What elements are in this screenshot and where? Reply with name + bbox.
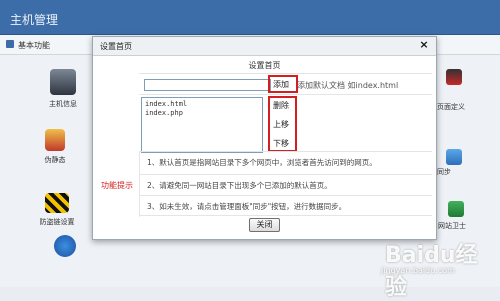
app-title: 主机管理 bbox=[10, 13, 59, 27]
tip-text: 2、请避免同一网站目录下出现多个已添加的默认首页。 bbox=[147, 181, 332, 190]
shield-icon bbox=[448, 201, 464, 217]
list-item[interactable]: index.html bbox=[145, 100, 259, 109]
default-doc-list[interactable]: index.html index.php bbox=[141, 97, 263, 153]
tile-bottom[interactable] bbox=[30, 235, 100, 257]
barrier-icon bbox=[45, 193, 69, 213]
delete-button[interactable]: 删除 bbox=[273, 100, 289, 111]
tools-icon bbox=[45, 129, 65, 151]
monitor-icon bbox=[50, 69, 76, 95]
tile-label: 主机信息 bbox=[49, 100, 77, 108]
watermark: Baidu经验 jingyan.baidu.com bbox=[377, 233, 497, 300]
divider bbox=[139, 94, 432, 95]
tip-text: 3、如未生效，请点击管理面板"同步"按钮，进行数据同步。 bbox=[147, 202, 347, 211]
move-down-button[interactable]: 下移 bbox=[273, 138, 289, 149]
close-icon[interactable]: × bbox=[418, 39, 430, 51]
tip-text: 1、默认首页是指网站目录下多个网页中，浏览者首先访问到的网页。 bbox=[147, 158, 377, 167]
top-bar: 主机管理 bbox=[0, 0, 500, 35]
divider bbox=[139, 174, 432, 175]
default-doc-input[interactable] bbox=[144, 79, 271, 91]
sync-icon bbox=[446, 149, 462, 165]
divider bbox=[139, 215, 432, 216]
section-title: 设置首页 bbox=[248, 61, 281, 70]
tile-host-info[interactable]: 主机信息 bbox=[28, 69, 98, 109]
divider bbox=[139, 151, 140, 217]
list-item[interactable]: index.php bbox=[145, 109, 259, 118]
tile-label: 防盗链设置 bbox=[39, 218, 75, 226]
divider bbox=[139, 151, 432, 152]
tip-label: 功能提示 bbox=[101, 181, 133, 190]
subnav-label[interactable]: 基本功能 bbox=[18, 40, 50, 51]
arrow-icon bbox=[6, 40, 14, 48]
tile-guard[interactable]: 网站卫士 bbox=[438, 221, 466, 231]
add-button[interactable]: 添加 bbox=[273, 79, 289, 90]
add-hint: 添加默认文档 如index.html bbox=[297, 81, 399, 90]
tile-anti-leech[interactable]: 防盗链设置 bbox=[22, 193, 92, 227]
globe-icon bbox=[54, 235, 76, 257]
watermark-url: jingyan.baidu.com bbox=[381, 266, 455, 275]
tile-pseudo-static[interactable]: 伪静态 bbox=[20, 129, 90, 165]
divider bbox=[139, 73, 432, 74]
custom-page-icon bbox=[446, 69, 462, 85]
dialog-header: 设置首页 × bbox=[93, 37, 436, 56]
tile-custom-page[interactable]: 页面定义 bbox=[437, 102, 465, 112]
close-button[interactable]: 关闭 bbox=[249, 218, 280, 232]
divider bbox=[139, 195, 432, 196]
tile-sync[interactable]: 同步 bbox=[437, 167, 451, 177]
dialog-title: 设置首页 bbox=[100, 42, 132, 51]
move-up-button[interactable]: 上移 bbox=[273, 119, 289, 130]
tile-label: 伪静态 bbox=[44, 156, 66, 164]
set-homepage-dialog: 设置首页 × 设置首页 添加 添加默认文档 如index.html index.… bbox=[92, 36, 437, 240]
